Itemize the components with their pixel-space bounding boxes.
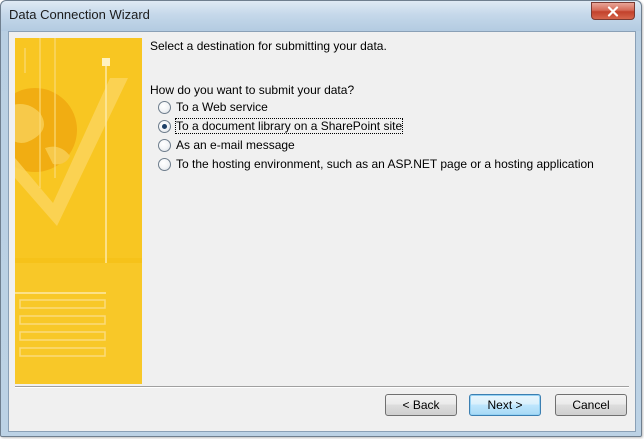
option-email-message-label: As an e-mail message bbox=[176, 138, 295, 152]
option-sharepoint-library-label: To a document library on a SharePoint si… bbox=[174, 118, 404, 134]
option-web-service-label: To a Web service bbox=[176, 100, 268, 114]
page-heading: Select a destination for submitting your… bbox=[150, 39, 387, 53]
cancel-button[interactable]: Cancel bbox=[555, 394, 627, 416]
footer-separator bbox=[15, 386, 629, 388]
close-icon bbox=[607, 5, 619, 17]
option-hosting-environment-label: To the hosting environment, such as an A… bbox=[176, 157, 594, 171]
wizard-window: Data Connection Wizard Select a destinat… bbox=[0, 0, 642, 437]
submit-question-label: How do you want to submit your data? bbox=[150, 83, 355, 97]
radio-sharepoint-library[interactable] bbox=[158, 119, 171, 133]
radio-hosting-environment[interactable] bbox=[158, 157, 171, 171]
option-email-message[interactable]: As an e-mail message bbox=[158, 136, 295, 154]
option-hosting-environment[interactable]: To the hosting environment, such as an A… bbox=[158, 155, 594, 173]
title-bar[interactable]: Data Connection Wizard bbox=[1, 1, 641, 31]
wizard-banner-graphic bbox=[15, 38, 142, 384]
wizard-content: Select a destination for submitting your… bbox=[149, 38, 629, 378]
window-title: Data Connection Wizard bbox=[9, 7, 150, 22]
radio-web-service[interactable] bbox=[158, 100, 171, 114]
wizard-client-area: Select a destination for submitting your… bbox=[8, 31, 636, 432]
close-button[interactable] bbox=[591, 2, 635, 20]
option-sharepoint-library[interactable]: To a document library on a SharePoint si… bbox=[158, 117, 404, 135]
radio-email-message[interactable] bbox=[158, 138, 171, 152]
option-web-service[interactable]: To a Web service bbox=[158, 98, 268, 116]
next-button[interactable]: Next > bbox=[469, 394, 541, 416]
back-button[interactable]: < Back bbox=[385, 394, 457, 416]
